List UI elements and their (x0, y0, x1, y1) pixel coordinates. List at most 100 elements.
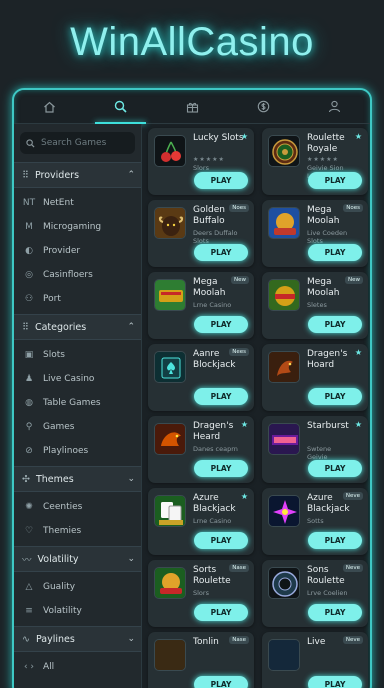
game-thumbnail (268, 207, 300, 239)
game-card[interactable]: Golden Buffalo Deers Duffalo Slots Noes PLAY (148, 200, 254, 267)
play-button[interactable]: PLAY (194, 316, 248, 333)
play-button[interactable]: PLAY (194, 604, 248, 621)
tab-wallet[interactable] (228, 90, 299, 123)
favorite-star-icon[interactable]: ★ (241, 492, 248, 501)
filter-label: Table Games (43, 398, 101, 408)
filter-item-table-games[interactable]: ◍ Table Games (14, 391, 141, 415)
grid-icon: ⠿ (22, 169, 29, 181)
filter-item-all[interactable]: ‹ › All (14, 655, 141, 679)
game-card[interactable]: Starburst Swtene Geivie ★ PLAY (262, 416, 368, 483)
play-button[interactable]: PLAY (194, 460, 248, 477)
filter-label: Games (43, 422, 75, 432)
game-meta: Slors (193, 164, 209, 172)
search-input[interactable]: Search Games (20, 132, 135, 154)
filter-label: Volatility (43, 606, 82, 616)
search-icon (26, 138, 35, 148)
filter-item-live-casino[interactable]: ♟ Live Casino (14, 367, 141, 391)
palette-icon: ✣ (22, 473, 30, 485)
filter-label: Live Casino (43, 374, 95, 384)
favorite-star-icon[interactable]: ★ (355, 348, 362, 357)
tab-search[interactable] (85, 90, 156, 124)
game-thumbnail (154, 207, 186, 239)
game-card[interactable]: Dragen's Heard Danes ceaprn ★ PLAY (148, 416, 254, 483)
play-button[interactable]: PLAY (194, 388, 248, 405)
game-thumbnail (154, 639, 186, 671)
chevron-up-icon: ⌃ (127, 170, 135, 180)
section-label: Volatility (37, 553, 79, 565)
filter-item-ceenties[interactable]: ✺ Ceenties (14, 495, 141, 519)
game-card[interactable]: Mega Moolah Live Coeden Slots Noes PLAY (262, 200, 368, 267)
game-card[interactable]: Tonlin Nase PLAY (148, 632, 254, 688)
section-header-providers[interactable]: ⠿ Providers ⌃ (14, 162, 141, 188)
section-header-volatility[interactable]: 〰 Volatility ⌄ (14, 546, 141, 572)
filter-item-playlinoes[interactable]: ⊘ Playlinoes (14, 439, 141, 463)
new-badge: New (345, 276, 363, 284)
game-thumbnail (268, 135, 300, 167)
filter-item-port[interactable]: ⚇ Port (14, 287, 141, 311)
volatility-icon: 〰 (22, 555, 32, 566)
play-button[interactable]: PLAY (308, 244, 362, 261)
filter-icon: ⚇ (24, 294, 34, 304)
game-card[interactable]: Mega Moolah Lrne Casino New PLAY (148, 272, 254, 339)
section-label: Themes (35, 473, 74, 485)
favorite-star-icon[interactable]: ★ (355, 132, 362, 141)
tab-gifts[interactable] (156, 90, 227, 123)
game-meta: Lrve Coelien (307, 589, 348, 597)
game-title: Roulette Royale (307, 133, 345, 154)
play-button[interactable]: PLAY (308, 676, 362, 688)
game-card[interactable]: Sorts Roulette Slors Nase PLAY (148, 560, 254, 627)
filter-icon: △ (25, 582, 33, 592)
section-header-paylines[interactable]: ∿ Paylines ⌄ (14, 626, 141, 652)
filter-item-netent[interactable]: NT NetEnt (14, 191, 141, 215)
play-button[interactable]: PLAY (194, 532, 248, 549)
play-button[interactable]: PLAY (308, 604, 362, 621)
filter-item-slots[interactable]: ▣ Slots (14, 343, 141, 367)
play-button[interactable]: PLAY (308, 172, 362, 189)
game-meta: Deers Duffalo (193, 229, 238, 237)
tab-home[interactable] (14, 90, 85, 123)
game-card[interactable]: Azure Blackjack Lrne Casino ★ PLAY (148, 488, 254, 555)
play-button[interactable]: PLAY (308, 388, 362, 405)
section-header-themes[interactable]: ✣ Themes ⌄ (14, 466, 141, 492)
play-button[interactable]: PLAY (194, 172, 248, 189)
game-thumbnail (154, 135, 186, 167)
home-icon (44, 101, 55, 113)
game-card[interactable]: Aanre Blockjack Nees PLAY (148, 344, 254, 411)
filter-item-guality[interactable]: △ Guality (14, 575, 141, 599)
game-card[interactable]: Mega Moolah Sletes New PLAY (262, 272, 368, 339)
tab-profile[interactable] (299, 90, 370, 123)
section-header-categories[interactable]: ⠿ Categories ⌃ (14, 314, 141, 340)
play-button[interactable]: PLAY (308, 460, 362, 477)
filter-item-provider[interactable]: ◐ Provider (14, 239, 141, 263)
filter-item-casinfloers[interactable]: ◎ Casinfloers (14, 263, 141, 287)
section-label: Paylines (35, 633, 75, 645)
game-card[interactable]: Live Neve PLAY (262, 632, 368, 688)
favorite-star-icon[interactable]: ★ (355, 420, 362, 429)
filter-item-microgaming[interactable]: M Microgaming (14, 215, 141, 239)
play-button[interactable]: PLAY (194, 676, 248, 688)
play-button[interactable]: PLAY (308, 532, 362, 549)
filter-item-themies[interactable]: ♡ Themies (14, 519, 141, 543)
dollar-icon (257, 100, 269, 113)
play-button[interactable]: PLAY (194, 244, 248, 261)
new-badge: Noes (343, 204, 363, 212)
game-thumbnail (268, 495, 300, 527)
new-badge: Noes (229, 204, 249, 212)
filter-label: Provider (43, 246, 81, 256)
new-badge: Nase (229, 564, 249, 572)
play-button[interactable]: PLAY (308, 316, 362, 333)
favorite-star-icon[interactable]: ★ (241, 132, 248, 141)
game-card[interactable]: Dragen's Hoard ★ PLAY (262, 344, 368, 411)
game-card[interactable]: Roulette Royale★★★★★Geivie SionLrve Casi… (262, 128, 368, 195)
chevron-down-icon: ⌄ (127, 634, 135, 644)
game-title: Azure Blackjack (193, 493, 236, 514)
game-card[interactable]: Sons Roulette Lrve Coelien Neve PLAY (262, 560, 368, 627)
game-card[interactable]: Azure Blackjack Sotts Neve PLAY (262, 488, 368, 555)
filter-item-games[interactable]: ⚲ Games (14, 415, 141, 439)
filter-item-volatility[interactable]: ≡ Volatility (14, 599, 141, 623)
game-card[interactable]: Lucky Slots ★★★★★ Slors ★ PLAY (148, 128, 254, 195)
favorite-star-icon[interactable]: ★ (241, 420, 248, 429)
game-meta: Slors (193, 589, 209, 597)
filter-label: NetEnt (43, 198, 74, 208)
game-meta: Sotts (307, 517, 324, 525)
